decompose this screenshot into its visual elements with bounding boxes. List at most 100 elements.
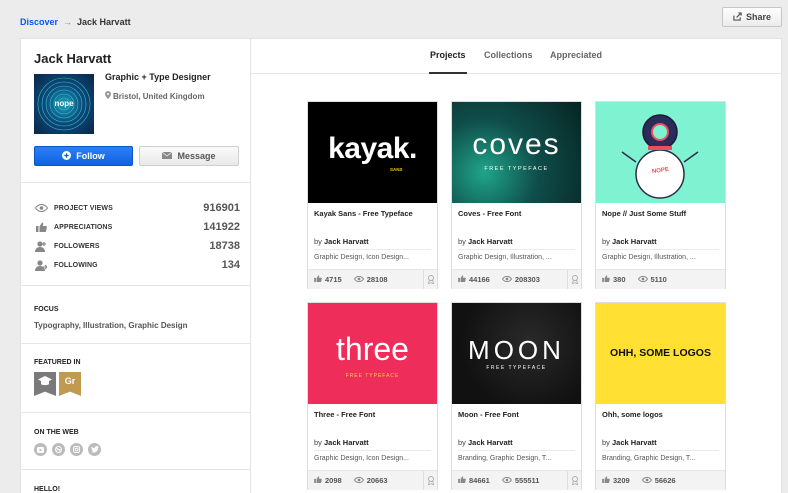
project-fields: Graphic Design, Icon Design... [314,254,409,261]
stat-label: APPRECIATIONS [54,223,113,231]
author-link[interactable]: Jack Harvatt [468,237,513,246]
likes-count: 3209 [613,476,630,485]
stat-label: FOLLOWERS [54,242,100,250]
location-pin-icon [105,91,111,101]
project-author: by Jack Harvatt [314,438,369,447]
follow-label: Follow [76,151,105,161]
avatar[interactable]: nope [34,74,94,134]
graduation-cap-icon[interactable] [34,372,56,396]
share-button[interactable]: Share [722,7,782,27]
project-card[interactable]: OHH, SOME LOGOS Ohh, some logos by Jack … [595,302,726,490]
breadcrumb: Discover → Jack Harvatt [20,17,131,27]
project-title[interactable]: Nope // Just Some Stuff [602,209,686,218]
by-label: by [314,237,322,246]
featured-ribbon-icon [423,471,437,490]
author-link[interactable]: Jack Harvatt [468,438,513,447]
cover-text: OHH, SOME LOGOS [610,347,711,359]
top-bar: Discover → Jack Harvatt Share [0,0,788,38]
thumbs-up-icon [458,476,466,485]
eye-icon [637,275,648,284]
cover-subtext: FREE TYPEFACE [486,365,547,371]
project-card[interactable]: coves FREE TYPEFACE Coves - Free Font by… [451,101,582,289]
author-link[interactable]: Jack Harvatt [324,237,369,246]
profile-sidebar: Jack Harvatt nope Graphic + Type Designe… [20,38,251,493]
tab-appreciated[interactable]: Appreciated [550,50,602,60]
project-card[interactable]: kayak. SANS Kayak Sans - Free Typeface b… [307,101,438,289]
project-author: by Jack Harvatt [602,237,657,246]
divider [314,249,431,250]
cover-subtext: SANS [390,167,403,172]
tab-bar: Projects Collections Appreciated [251,39,782,74]
eye-icon [353,275,364,284]
plus-circle-icon [62,150,72,162]
message-button[interactable]: Message [139,146,239,166]
cover-text: coves [472,128,561,161]
main-content: Projects Collections Appreciated kayak. … [251,38,782,493]
project-stats: 4715 28108 [308,269,437,289]
featured-ribbon-icon [423,270,437,289]
author-link[interactable]: Jack Harvatt [324,438,369,447]
twitter-icon[interactable] [88,443,101,456]
stat-followers[interactable]: FOLLOWERS 18738 [34,238,240,254]
project-cover[interactable]: NOPE [596,102,725,203]
tab-projects[interactable]: Projects [430,50,466,60]
likes-count: 380 [613,275,626,284]
stat-value: 18738 [209,240,240,252]
featured-badge-gr[interactable]: Gr [59,372,81,396]
project-cover[interactable]: OHH, SOME LOGOS [596,303,725,404]
eye-icon [501,275,512,284]
divider [602,450,719,451]
author-link[interactable]: Jack Harvatt [612,237,657,246]
by-label: by [602,237,610,246]
tab-collections[interactable]: Collections [484,50,533,60]
likes-count: 84661 [469,476,490,485]
by-label: by [314,438,322,447]
featured-ribbon-icon [567,471,581,490]
project-card[interactable]: MOON FREE TYPEFACE Moon - Free Font by J… [451,302,582,490]
likes-count: 44166 [469,275,490,284]
breadcrumb-discover-link[interactable]: Discover [20,17,58,27]
views-count: 555511 [514,476,540,485]
project-stats: 84661 555511 [452,470,581,490]
project-card[interactable]: NOPE Nope // Just Some Stuff by Jack Har… [595,101,726,289]
thumbs-up-icon [34,221,48,233]
hello-title: HELLO! [34,486,61,493]
stat-value: 134 [221,259,240,271]
stat-following[interactable]: FOLLOWING 134 [34,257,240,273]
divider [21,285,250,286]
project-cover[interactable]: three FREE TYPEFACE [308,303,437,404]
likes-count: 2098 [325,476,342,485]
project-cover[interactable]: kayak. SANS [308,102,437,203]
cover-subtext: FREE TYPEFACE [345,373,400,379]
breadcrumb-current: Jack Harvatt [77,17,131,27]
project-title[interactable]: Moon - Free Font [458,410,519,419]
breadcrumb-arrow: → [63,17,73,27]
occupation: Graphic + Type Designer [105,72,211,82]
project-fields: Graphic Design, Illustration, ... [602,254,696,261]
thumbs-up-icon [602,275,610,284]
profile-name[interactable]: Jack Harvatt [34,51,111,66]
instagram-icon[interactable] [70,443,83,456]
project-card[interactable]: three FREE TYPEFACE Three - Free Font by… [307,302,438,490]
dribbble-icon[interactable] [52,443,65,456]
project-title[interactable]: Kayak Sans - Free Typeface [314,209,413,218]
author-link[interactable]: Jack Harvatt [612,438,657,447]
thumbs-up-icon [602,476,610,485]
by-label: by [458,237,466,246]
youtube-icon[interactable] [34,443,47,456]
divider [21,412,250,413]
thumbs-up-icon [314,275,322,284]
project-cover[interactable]: coves FREE TYPEFACE [452,102,581,203]
location-text: Bristol, United Kingdom [113,91,205,101]
followers-icon [34,240,48,252]
follow-button[interactable]: Follow [34,146,133,166]
project-title[interactable]: Ohh, some logos [602,410,663,419]
snowman-diver-illustration [621,114,699,199]
likes-count: 4715 [325,275,342,284]
project-cover[interactable]: MOON FREE TYPEFACE [452,303,581,404]
project-title[interactable]: Three - Free Font [314,410,375,419]
project-title[interactable]: Coves - Free Font [458,209,521,218]
stat-label: PROJECT VIEWS [54,204,113,212]
envelope-icon [162,151,173,161]
project-fields: Graphic Design, Illustration, ... [458,254,552,261]
